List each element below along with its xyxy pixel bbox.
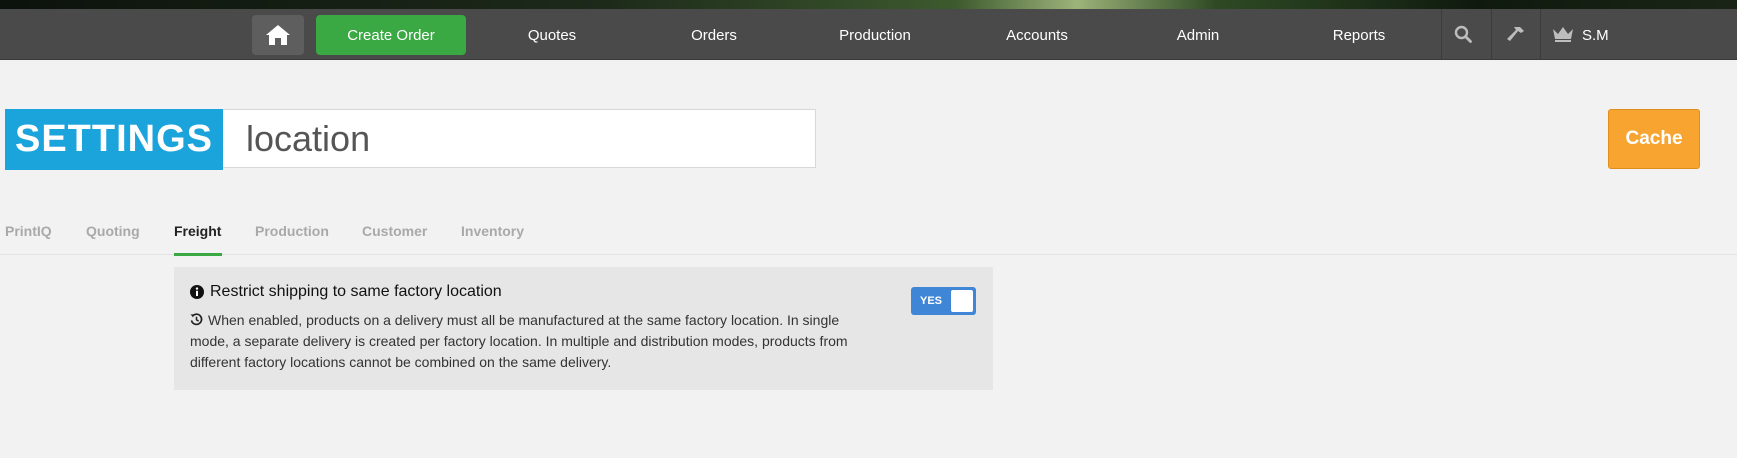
tab-printiq[interactable]: PrintIQ	[5, 223, 52, 239]
search-icon	[1454, 25, 1472, 43]
cache-button[interactable]: Cache	[1608, 109, 1700, 169]
nav-orders[interactable]: Orders	[664, 15, 764, 55]
toggle-label: YES	[920, 295, 943, 307]
restrict-shipping-toggle[interactable]: YES	[911, 287, 976, 315]
nav-divider	[1540, 9, 1541, 59]
setting-card: Restrict shipping to same factory locati…	[174, 267, 993, 390]
nav-production[interactable]: Production	[825, 15, 925, 55]
tab-freight[interactable]: Freight	[174, 223, 221, 239]
setting-description-block: When enabled, products on a delivery mus…	[190, 310, 880, 373]
hammer-icon	[1507, 27, 1524, 41]
tabs-divider	[0, 254, 1737, 255]
nav-accounts[interactable]: Accounts	[987, 15, 1087, 55]
search-button[interactable]	[1442, 9, 1484, 59]
top-banner-strip	[0, 0, 1737, 9]
nav-admin[interactable]: Admin	[1148, 15, 1248, 55]
crown-icon	[1553, 27, 1573, 42]
home-button[interactable]	[252, 15, 304, 55]
tab-customer[interactable]: Customer	[362, 223, 427, 239]
setting-description: When enabled, products on a delivery mus…	[190, 312, 848, 370]
home-icon	[266, 25, 290, 45]
setting-title: Restrict shipping to same factory locati…	[210, 283, 502, 300]
tab-quoting[interactable]: Quoting	[86, 223, 140, 239]
create-order-button[interactable]: Create Order	[316, 15, 466, 55]
tools-button[interactable]	[1492, 9, 1540, 59]
settings-search-input[interactable]	[223, 109, 816, 168]
info-icon	[190, 285, 204, 299]
active-tab-indicator	[174, 253, 222, 256]
history-icon	[190, 313, 203, 326]
top-navbar: Create Order Quotes Orders Production Ac…	[0, 9, 1737, 60]
user-menu-button[interactable]	[1550, 9, 1576, 59]
nav-reports[interactable]: Reports	[1309, 15, 1409, 55]
settings-badge: SETTINGS	[5, 109, 223, 170]
toggle-knob	[951, 290, 973, 312]
setting-title-row: Restrict shipping to same factory locati…	[190, 283, 502, 301]
tab-production[interactable]: Production	[255, 223, 329, 239]
nav-quotes[interactable]: Quotes	[502, 15, 602, 55]
user-initials[interactable]: S.M	[1582, 15, 1609, 55]
tab-inventory[interactable]: Inventory	[461, 223, 524, 239]
